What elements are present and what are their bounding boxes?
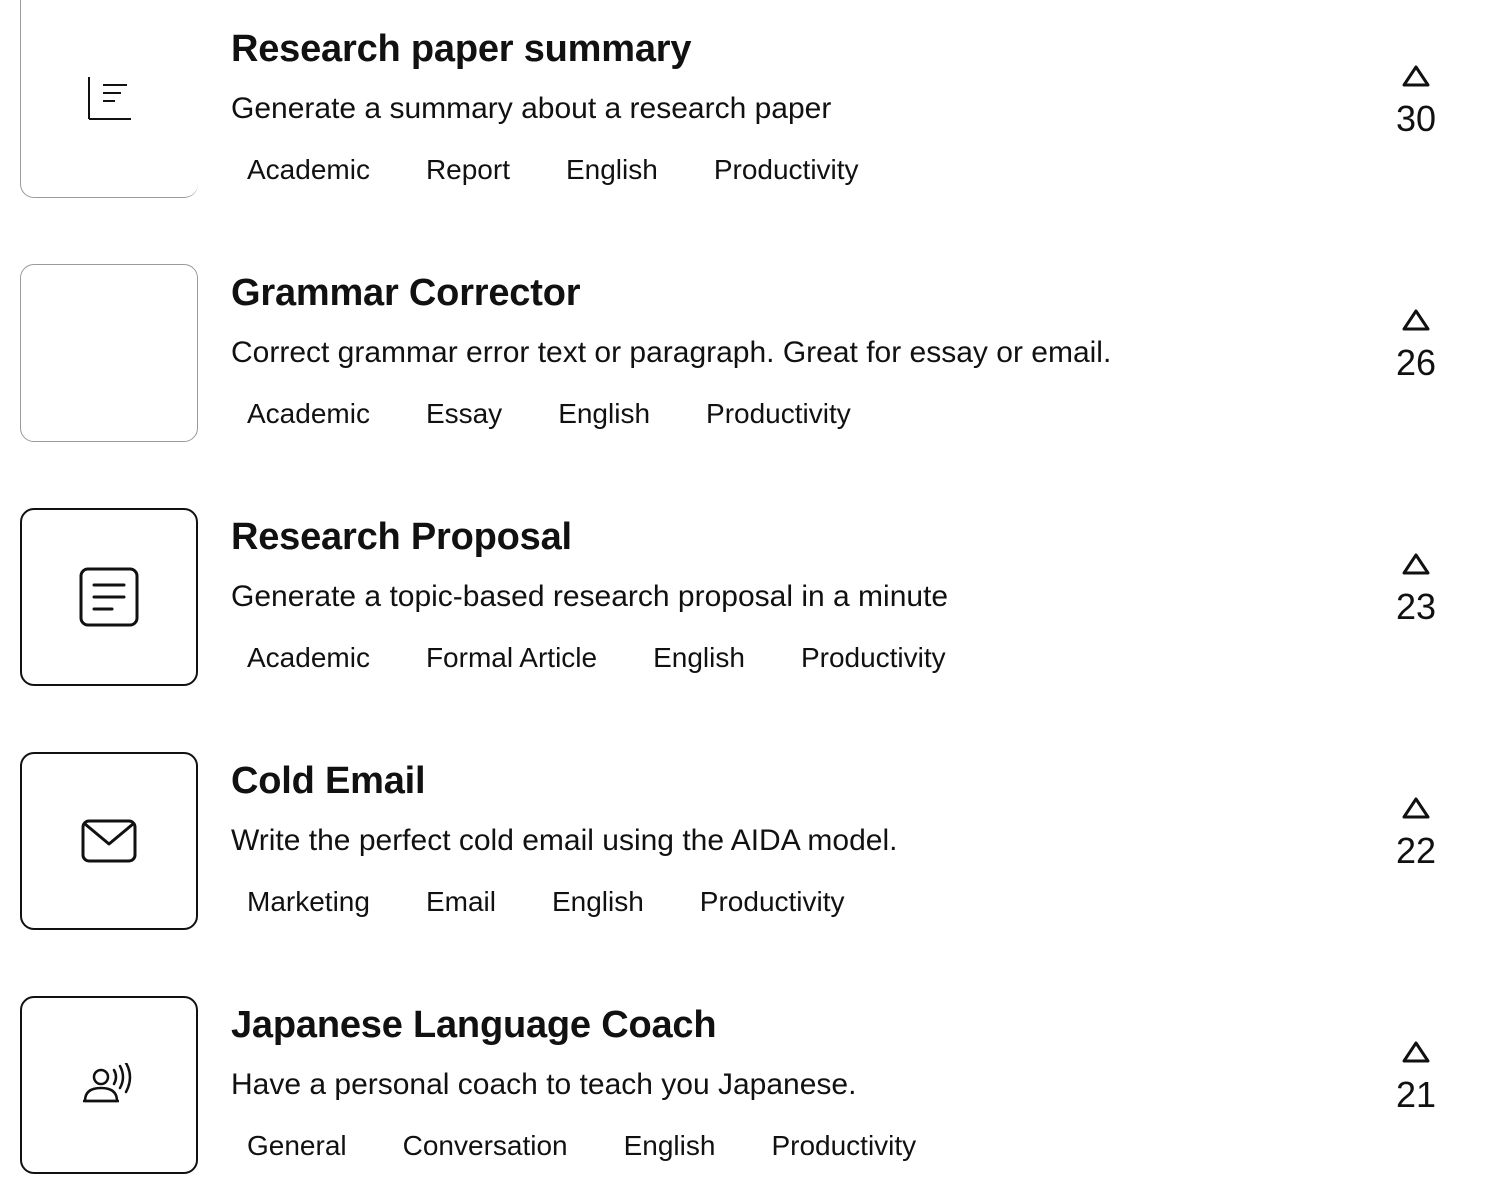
tag-chip[interactable]: English xyxy=(550,146,674,194)
tag-chip[interactable]: English xyxy=(637,634,761,682)
tag-list: Academic Essay English Productivity xyxy=(231,390,891,438)
speaking-person-icon xyxy=(83,1063,132,1103)
tag-chip[interactable]: Email xyxy=(410,878,512,926)
prompt-thumbnail[interactable] xyxy=(20,752,198,930)
tag-chip[interactable]: Academic xyxy=(231,634,386,682)
prompt-description: Have a personal coach to teach you Japan… xyxy=(231,1068,857,1101)
upvote-triangle-icon xyxy=(1402,797,1430,819)
prompt-title[interactable]: Grammar Corrector xyxy=(231,272,580,315)
upvote-triangle-icon xyxy=(1402,553,1430,575)
prompt-card[interactable]: Grammar Corrector Correct grammar error … xyxy=(0,244,1504,488)
prompt-thumbnail[interactable] xyxy=(20,508,198,686)
tag-list: Marketing Email English Productivity xyxy=(231,878,885,926)
prompt-description: Generate a topic-based research proposal… xyxy=(231,580,949,613)
prompt-description: Write the perfect cold email using the A… xyxy=(231,824,898,857)
prompt-description: Correct grammar error text or paragraph.… xyxy=(231,336,1112,369)
tag-chip[interactable]: Marketing xyxy=(231,878,386,926)
upvote-button[interactable]: 26 xyxy=(1376,308,1456,384)
vote-count: 23 xyxy=(1395,586,1437,627)
prompt-card[interactable]: Research paper summary Generate a summar… xyxy=(0,0,1504,244)
upvote-triangle-icon xyxy=(1402,1041,1430,1063)
prompt-card[interactable]: Research Proposal Generate a topic-based… xyxy=(0,488,1504,732)
tag-chip[interactable]: Academic xyxy=(231,390,386,438)
document-lines-icon xyxy=(87,76,131,120)
envelope-icon xyxy=(81,819,137,863)
tag-chip[interactable]: Productivity xyxy=(785,634,962,682)
vote-count: 22 xyxy=(1395,830,1437,871)
vote-count: 30 xyxy=(1395,98,1437,139)
tag-chip[interactable]: Productivity xyxy=(690,390,867,438)
tag-chip[interactable]: Conversation xyxy=(387,1122,584,1170)
prompt-thumbnail[interactable] xyxy=(20,264,198,442)
prompt-title[interactable]: Japanese Language Coach xyxy=(231,1004,717,1047)
tag-chip[interactable]: Productivity xyxy=(698,146,875,194)
tag-chip[interactable]: Productivity xyxy=(684,878,861,926)
prompt-title[interactable]: Research Proposal xyxy=(231,516,572,559)
vote-count: 21 xyxy=(1395,1074,1437,1115)
prompt-card[interactable]: Japanese Language Coach Have a personal … xyxy=(0,976,1504,1180)
upvote-button[interactable]: 23 xyxy=(1376,552,1456,628)
upvote-triangle-icon xyxy=(1402,309,1430,331)
tag-chip[interactable]: Productivity xyxy=(755,1122,932,1170)
tag-chip[interactable]: General xyxy=(231,1122,363,1170)
prompt-thumbnail[interactable] xyxy=(20,0,198,198)
tag-list: Academic Formal Article English Producti… xyxy=(231,634,986,682)
upvote-triangle-icon xyxy=(1402,65,1430,87)
tag-chip[interactable]: Report xyxy=(410,146,526,194)
tag-list: General Conversation English Productivit… xyxy=(231,1122,956,1170)
tag-chip[interactable]: English xyxy=(536,878,660,926)
tag-chip[interactable]: Academic xyxy=(231,146,386,194)
tag-chip[interactable]: English xyxy=(542,390,666,438)
upvote-button[interactable]: 30 xyxy=(1376,64,1456,140)
upvote-button[interactable]: 22 xyxy=(1376,796,1456,872)
tag-chip[interactable]: Formal Article xyxy=(410,634,613,682)
prompt-title[interactable]: Cold Email xyxy=(231,760,426,803)
prompt-title[interactable]: Research paper summary xyxy=(231,28,691,71)
prompt-list: Research paper summary Generate a summar… xyxy=(0,0,1504,1180)
tag-list: Academic Report English Productivity xyxy=(231,146,899,194)
prompt-thumbnail[interactable] xyxy=(20,996,198,1174)
prompt-description: Generate a summary about a research pape… xyxy=(231,92,832,125)
upvote-button[interactable]: 21 xyxy=(1376,1040,1456,1116)
prompt-card[interactable]: Cold Email Write the perfect cold email … xyxy=(0,732,1504,976)
document-icon xyxy=(79,567,139,627)
tag-chip[interactable]: Essay xyxy=(410,390,518,438)
tag-chip[interactable]: English xyxy=(608,1122,732,1170)
vote-count: 26 xyxy=(1395,342,1437,383)
